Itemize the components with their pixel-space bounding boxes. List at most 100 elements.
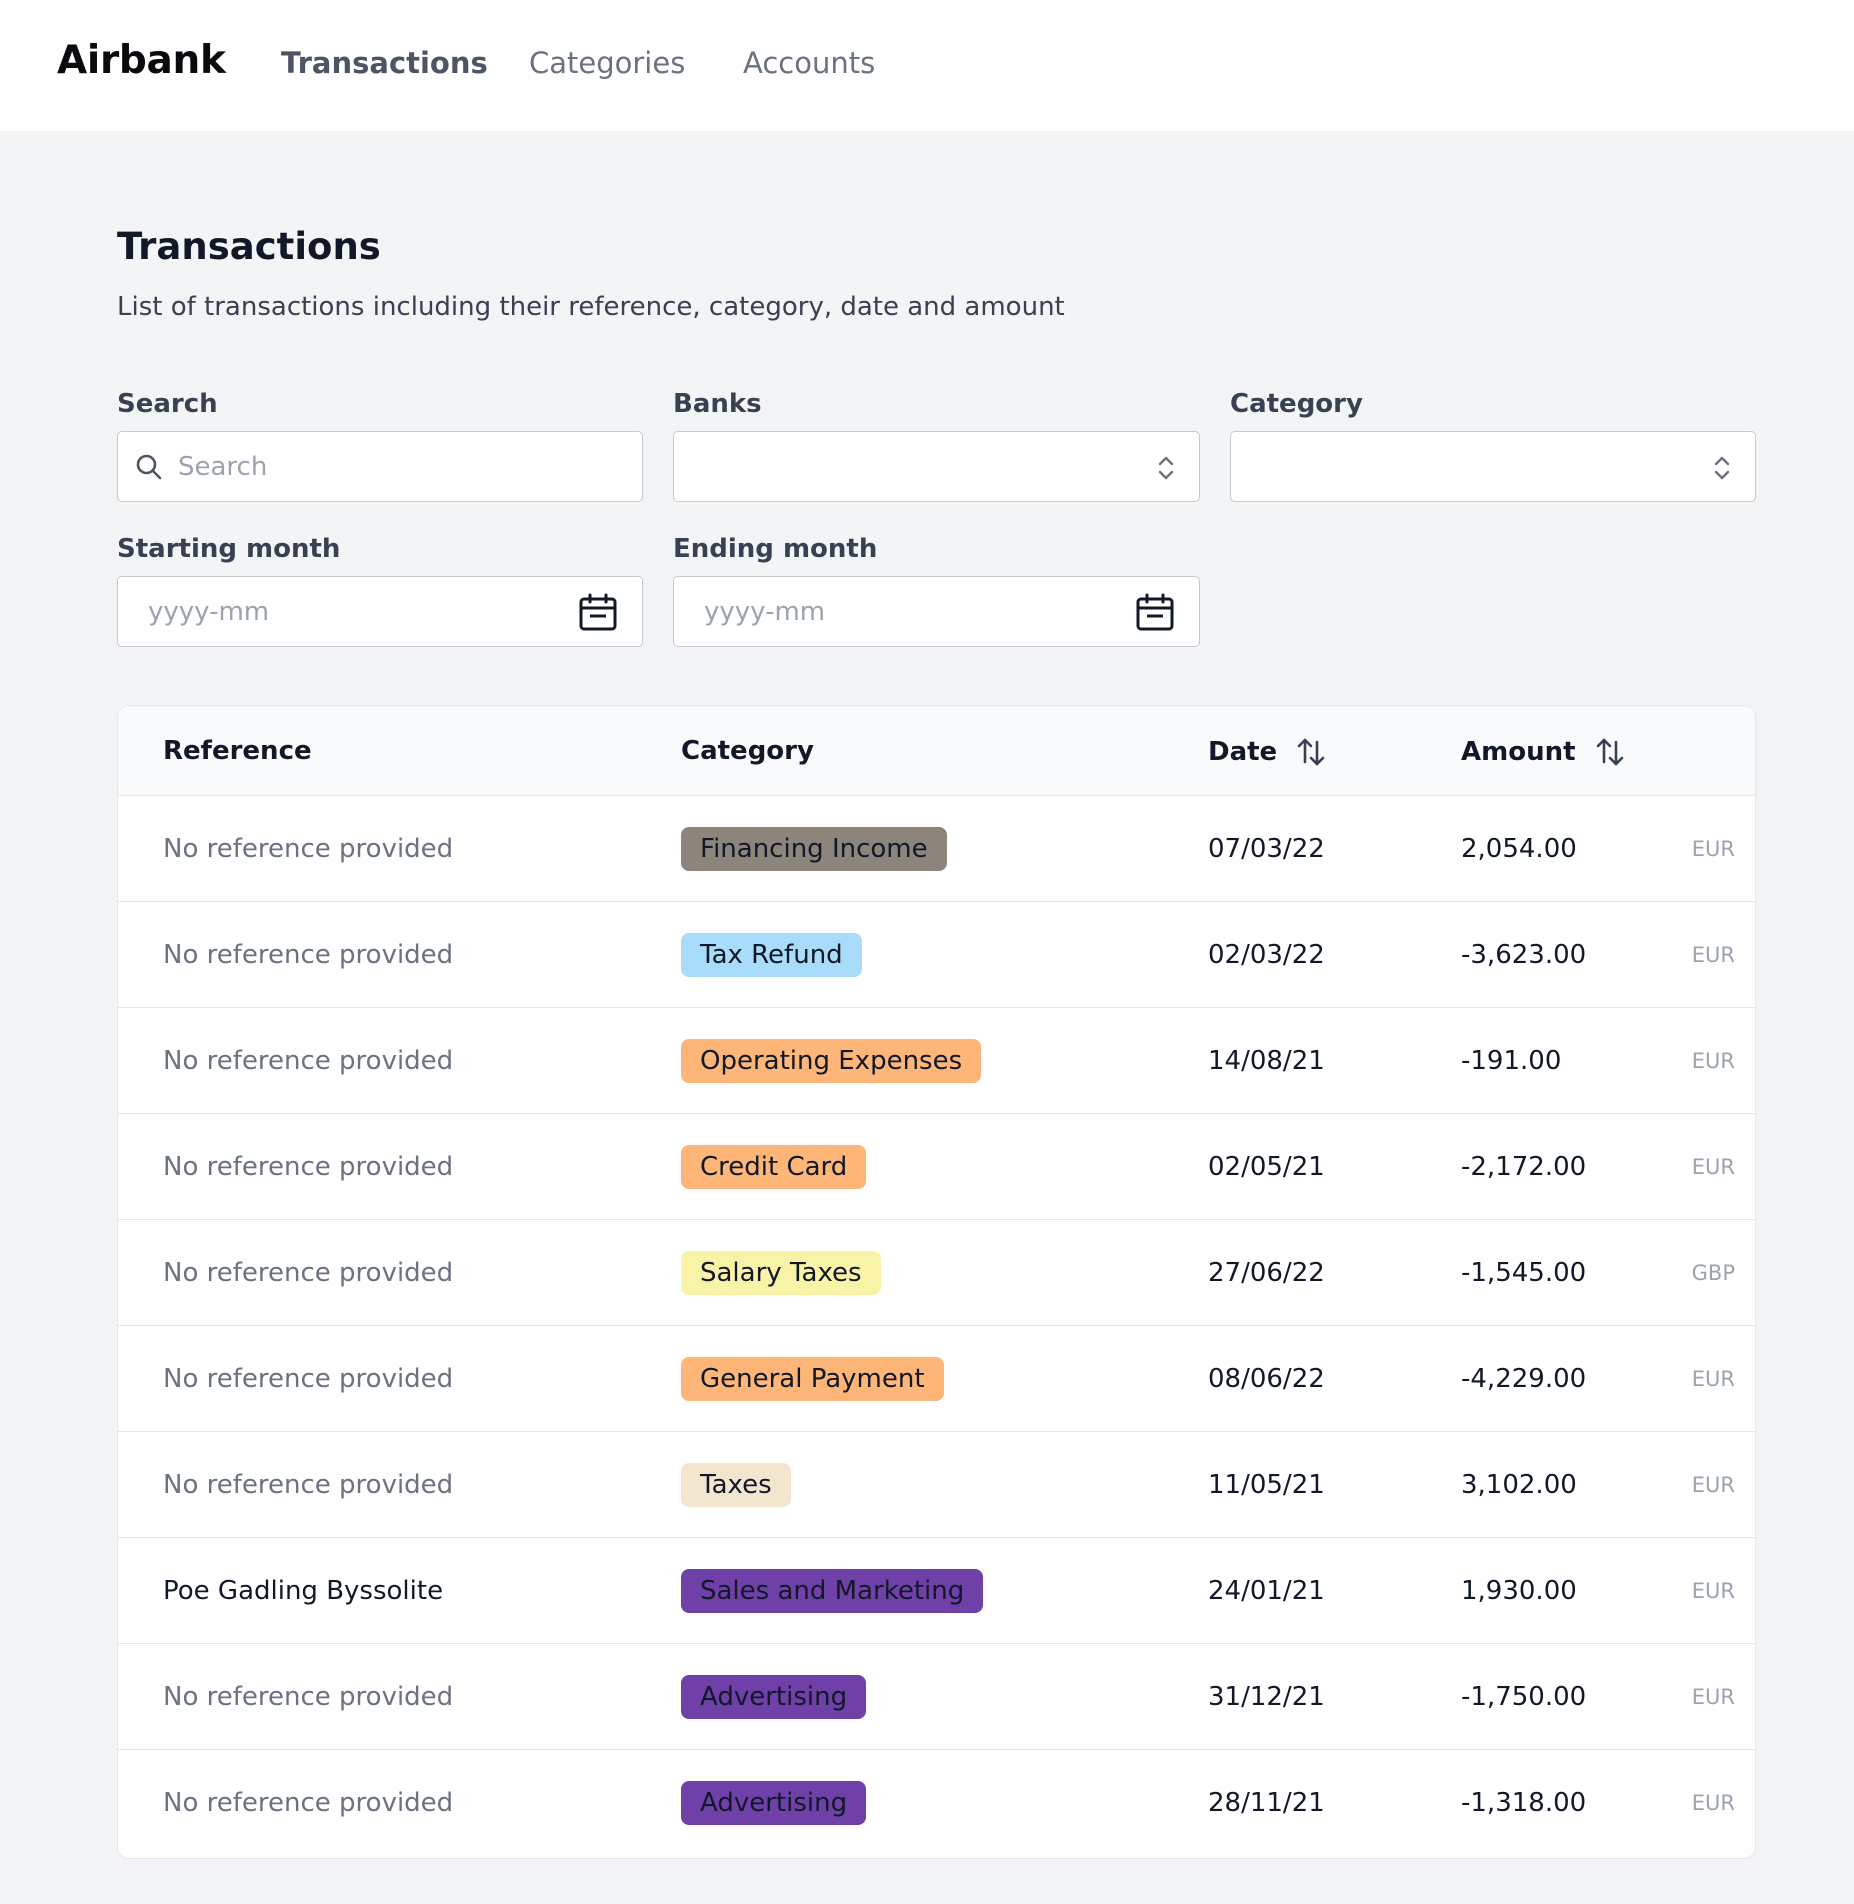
row-currency: EUR: [1691, 1791, 1735, 1815]
row-category: Salary Taxes: [681, 1220, 881, 1326]
row-amount: -4,229.00: [1461, 1364, 1587, 1394]
sort-icon[interactable]: [1594, 736, 1626, 768]
brand-logo[interactable]: Airbank: [57, 38, 226, 83]
row-date: 08/06/22: [1208, 1364, 1325, 1394]
row-amount: -191.00: [1461, 1046, 1562, 1076]
category-badge[interactable]: Advertising: [681, 1675, 867, 1719]
row-category: Credit Card: [681, 1114, 867, 1220]
row-amount: -1,750.00: [1461, 1682, 1587, 1712]
row-amount: -2,172.00: [1461, 1152, 1587, 1182]
category-badge[interactable]: Sales and Marketing: [681, 1569, 984, 1613]
banks-label: Banks: [673, 389, 762, 419]
row-category: Tax Refund: [681, 902, 862, 1008]
table-row[interactable]: No reference provided Tax Refund 02/03/22 -…: [118, 902, 1755, 1008]
table-row[interactable]: Poe Gadling Byssolite Sales and Marketing…: [118, 1538, 1755, 1644]
nav-link-transactions[interactable]: Transactions: [281, 46, 488, 80]
table-row[interactable]: No reference provided Advertising 28/11/21…: [118, 1750, 1755, 1856]
row-category: Sales and Marketing: [681, 1538, 984, 1644]
nav-link-categories[interactable]: Categories: [529, 46, 685, 80]
column-header-date[interactable]: Date: [1208, 736, 1327, 768]
row-date: 02/05/21: [1208, 1152, 1325, 1182]
category-badge[interactable]: Operating Expenses: [681, 1039, 982, 1083]
table-row[interactable]: No reference provided Advertising 31/12/21…: [118, 1644, 1755, 1750]
transactions-table: Reference Category Date Amount No refere…: [117, 705, 1756, 1859]
row-category: Advertising: [681, 1750, 867, 1856]
row-category: Taxes: [681, 1432, 791, 1538]
row-category: Operating Expenses: [681, 1008, 982, 1114]
nav-link-accounts[interactable]: Accounts: [743, 46, 875, 80]
row-amount: -1,318.00: [1461, 1788, 1587, 1818]
search-icon: [134, 452, 164, 486]
column-header-category: Category: [681, 736, 814, 766]
search-input[interactable]: Search: [117, 431, 643, 502]
calendar-icon[interactable]: [1135, 592, 1175, 636]
search-label: Search: [117, 389, 218, 419]
table-header: Reference Category Date Amount: [118, 706, 1755, 796]
category-badge[interactable]: Salary Taxes: [681, 1251, 881, 1295]
row-date: 14/08/21: [1208, 1046, 1325, 1076]
row-date: 07/03/22: [1208, 834, 1325, 864]
sort-icon[interactable]: [1295, 736, 1327, 768]
table-row[interactable]: No reference provided General Payment 08/0…: [118, 1326, 1755, 1432]
column-header-amount-label: Amount: [1461, 737, 1576, 767]
ending-month-input[interactable]: yyyy-mm: [673, 576, 1200, 647]
select-arrows-icon: [1155, 452, 1177, 488]
category-badge[interactable]: Tax Refund: [681, 933, 862, 977]
table-row[interactable]: No reference provided Salary Taxes 27/06/2…: [118, 1220, 1755, 1326]
row-amount: 1,930.00: [1461, 1576, 1577, 1606]
row-date: 31/12/21: [1208, 1682, 1325, 1712]
category-badge[interactable]: Credit Card: [681, 1145, 867, 1189]
row-amount: 2,054.00: [1461, 834, 1577, 864]
starting-month-input[interactable]: yyyy-mm: [117, 576, 643, 647]
row-date: 24/01/21: [1208, 1576, 1325, 1606]
page-title: Transactions: [117, 225, 381, 268]
row-reference: No reference provided: [163, 940, 454, 970]
category-badge[interactable]: Financing Income: [681, 827, 947, 871]
table-row[interactable]: No reference provided Operating Expenses 1…: [118, 1008, 1755, 1114]
calendar-icon[interactable]: [578, 592, 618, 636]
row-currency: EUR: [1691, 1685, 1735, 1709]
category-label: Category: [1230, 389, 1363, 419]
row-currency: GBP: [1691, 1261, 1735, 1285]
ending-month-label: Ending month: [673, 534, 878, 564]
row-category: Financing Income: [681, 796, 947, 902]
row-date: 11/05/21: [1208, 1470, 1325, 1500]
top-nav: Airbank Transactions Categories Accounts: [0, 0, 1854, 131]
row-date: 27/06/22: [1208, 1258, 1325, 1288]
row-currency: EUR: [1691, 1367, 1735, 1391]
banks-select[interactable]: [673, 431, 1200, 502]
row-reference: No reference provided: [163, 834, 454, 864]
row-reference: No reference provided: [163, 1152, 454, 1182]
row-date: 28/11/21: [1208, 1788, 1325, 1818]
column-header-amount[interactable]: Amount: [1461, 736, 1626, 768]
search-placeholder: Search: [178, 452, 268, 482]
table-row[interactable]: No reference provided Taxes 11/05/21 3,102.…: [118, 1432, 1755, 1538]
starting-month-label: Starting month: [117, 534, 341, 564]
row-category: Advertising: [681, 1644, 867, 1750]
row-currency: EUR: [1691, 1049, 1735, 1073]
row-reference: Poe Gadling Byssolite: [163, 1576, 444, 1606]
row-currency: EUR: [1691, 1155, 1735, 1179]
category-badge[interactable]: Taxes: [681, 1463, 791, 1507]
row-currency: EUR: [1691, 1473, 1735, 1497]
category-badge[interactable]: Advertising: [681, 1781, 867, 1825]
row-currency: EUR: [1691, 1579, 1735, 1603]
page-description: List of transactions including their ref…: [117, 292, 1065, 322]
row-amount: 3,102.00: [1461, 1470, 1577, 1500]
select-arrows-icon: [1711, 452, 1733, 488]
row-reference: No reference provided: [163, 1364, 454, 1394]
column-header-reference: Reference: [163, 736, 312, 766]
row-currency: EUR: [1691, 943, 1735, 967]
row-date: 02/03/22: [1208, 940, 1325, 970]
column-header-date-label: Date: [1208, 737, 1278, 767]
row-reference: No reference provided: [163, 1682, 454, 1712]
row-category: General Payment: [681, 1326, 944, 1432]
row-amount: -3,623.00: [1461, 940, 1587, 970]
category-select[interactable]: [1230, 431, 1756, 502]
table-row[interactable]: No reference provided Credit Card 02/05/21…: [118, 1114, 1755, 1220]
starting-month-placeholder: yyyy-mm: [148, 597, 270, 627]
table-row[interactable]: No reference provided Financing Income 07/…: [118, 796, 1755, 902]
category-badge[interactable]: General Payment: [681, 1357, 944, 1401]
row-reference: No reference provided: [163, 1788, 454, 1818]
row-reference: No reference provided: [163, 1470, 454, 1500]
